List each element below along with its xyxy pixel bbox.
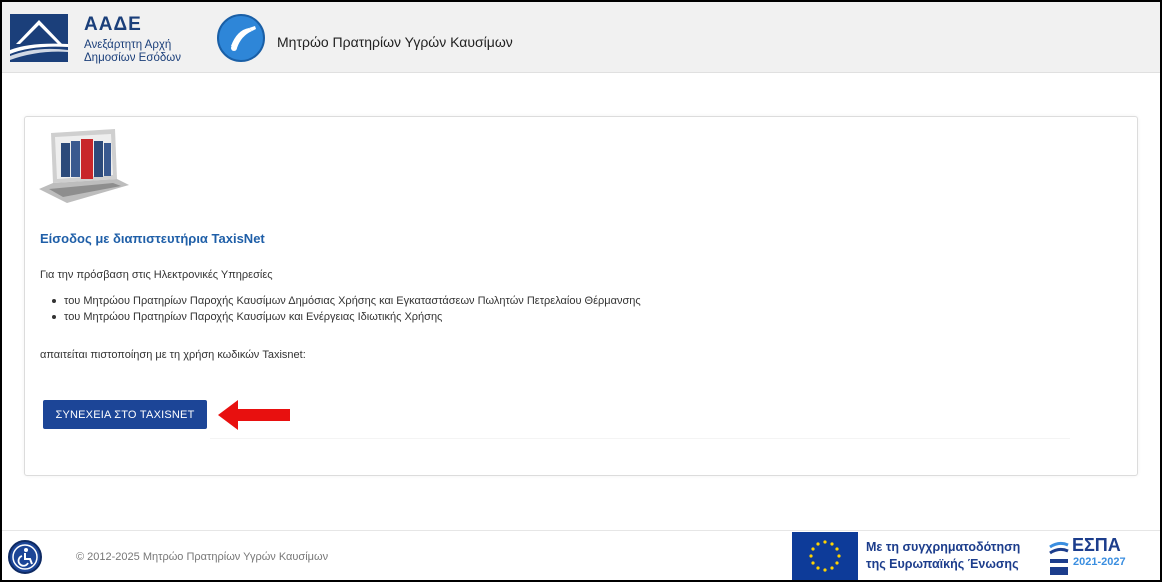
page-frame: ΑΑΔΕ Ανεξάρτητη Αρχή Δημοσίων Εσόδων Μητ… [0, 0, 1162, 582]
list-item: του Μητρώου Πρατηρίων Παροχής Καυσίμων κ… [40, 309, 641, 325]
org-name-line1: Ανεξάρτητη Αρχή [84, 39, 172, 51]
espa-years: 2021-2027 [1073, 556, 1126, 568]
list-item: του Μητρώου Πρατηρίων Παροχής Καυσίμων Δ… [40, 293, 641, 309]
aade-logo[interactable]: ΑΑΔΕ Ανεξάρτητη Αρχή Δημοσίων Εσόδων [10, 10, 220, 65]
app-title: Μητρώο Πρατηρίων Υγρών Καυσίμων [277, 34, 513, 50]
espa-logo: ΕΣΠΑ 2021-2027 [1048, 535, 1158, 580]
site-header: ΑΑΔΕ Ανεξάρτητη Αρχή Δημοσίων Εσόδων Μητ… [2, 2, 1160, 73]
auth-note: απαιτείται πιστοποίηση με τη χρήση κωδικ… [40, 349, 306, 361]
copyright-text: © 2012-2025 Μητρώο Πρατηρίων Υγρών Καυσί… [76, 551, 329, 563]
org-full-name: Ανεξάρτητη Αρχή Δημοσίων Εσόδων [84, 39, 224, 65]
footer-divider [2, 530, 1160, 531]
eu-flag-icon [792, 532, 858, 580]
login-title: Είσοδος με διαπιστευτήρια TaxisNet [40, 231, 265, 246]
services-list: του Μητρώου Πρατηρίων Παροχής Καυσίμων Δ… [40, 293, 641, 325]
divider [210, 438, 1070, 439]
org-short-name: ΑΑΔΕ [84, 14, 142, 35]
cofunding-line2: της Ευρωπαϊκής Ένωσης [866, 557, 1019, 571]
accessibility-icon[interactable] [8, 540, 42, 574]
accessibility-glyph [12, 544, 38, 570]
fuel-pump-icon [217, 14, 265, 62]
intro-text: Για την πρόσβαση στις Ηλεκτρονικές Υπηρε… [40, 269, 273, 281]
login-card: Είσοδος με διαπιστευτήρια TaxisNet Για τ… [24, 116, 1138, 476]
org-name-line2: Δημοσίων Εσόδων [84, 52, 181, 64]
laptop-binders-illustration [39, 129, 129, 203]
left-arrow-icon [218, 400, 290, 430]
fuel-pump-glyph [231, 26, 256, 51]
espa-waves-icon [1049, 541, 1069, 575]
cofunding-line1: Με τη συγχρηματοδότηση [866, 540, 1021, 554]
espa-title: ΕΣΠΑ [1072, 535, 1121, 555]
continue-to-taxisnet-button[interactable]: ΣΥΝΕΧΕΙΑ ΣΤΟ TAXISNET [43, 400, 207, 429]
eu-cofunding-text: Με τη συγχρηματοδότηση της Ευρωπαϊκής Έν… [866, 539, 1046, 573]
aade-emblem-icon [10, 14, 68, 62]
